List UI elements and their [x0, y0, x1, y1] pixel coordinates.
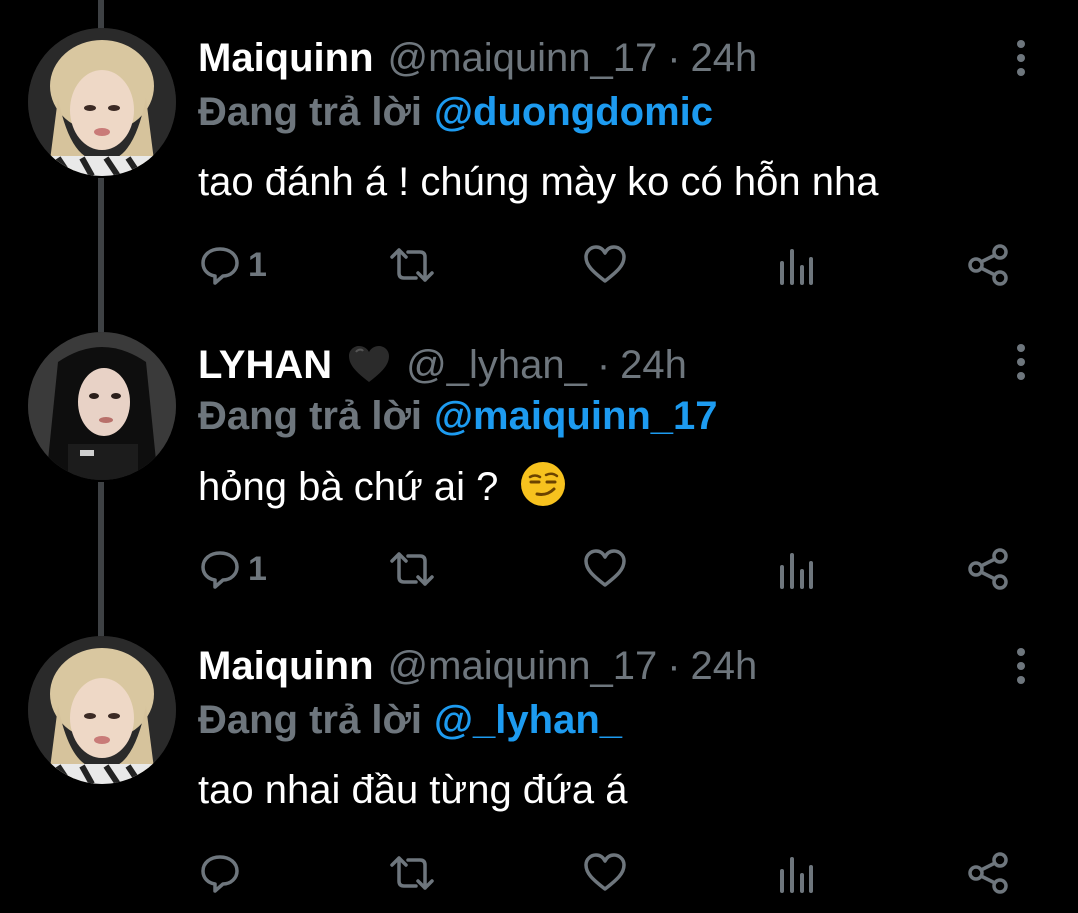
tweet-header: Maiquinn @maiquinn_17 · 24h: [198, 34, 757, 82]
reply-button[interactable]: [198, 848, 248, 898]
like-button[interactable]: [582, 848, 628, 898]
retweet-icon: [390, 552, 434, 586]
timestamp[interactable]: 24h: [620, 341, 687, 389]
avatar[interactable]: [28, 636, 176, 784]
timestamp[interactable]: 24h: [691, 642, 758, 690]
tweet[interactable]: Maiquinn @maiquinn_17 · 24h Đang trả lời…: [0, 608, 1078, 911]
replying-to-label: Đang trả lời: [198, 90, 423, 134]
views-button[interactable]: [776, 544, 816, 594]
retweet-button[interactable]: [386, 240, 438, 290]
views-button[interactable]: [776, 848, 816, 898]
separator-dot: ·: [667, 644, 681, 688]
replying-to-mention[interactable]: @maiquinn_17: [434, 394, 718, 438]
like-button[interactable]: [582, 544, 628, 594]
avatar[interactable]: [28, 332, 176, 480]
retweet-button[interactable]: [386, 544, 438, 594]
replying-to: Đang trả lời @duongdomic: [198, 88, 713, 136]
tweet-text: tao đánh á ! chúng mày ko có hỗn nha: [198, 160, 879, 204]
reply-button[interactable]: 1: [198, 544, 267, 594]
tweet[interactable]: LYHAN @_lyhan_ · 24h Đang trả lời @maiqui…: [0, 304, 1078, 607]
tweet-text: tao nhai đầu từng đứa á: [198, 768, 628, 812]
tweet-header: Maiquinn @maiquinn_17 · 24h: [198, 642, 757, 690]
tweet-actions: 1: [198, 544, 1018, 594]
reply-count: 1: [248, 549, 267, 588]
tweet[interactable]: Maiquinn @maiquinn_17 · 24h Đang trả lời…: [0, 0, 1078, 303]
reply-icon: [201, 551, 239, 589]
replying-to-label: Đang trả lời: [198, 698, 423, 742]
avatar-blonde-image: [28, 636, 176, 784]
handle[interactable]: @maiquinn_17: [388, 642, 658, 690]
avatar-dark-hair-image: [28, 332, 176, 480]
handle[interactable]: @_lyhan_: [406, 341, 587, 389]
reply-icon: [201, 247, 239, 285]
replying-to-mention[interactable]: @_lyhan_: [434, 698, 622, 742]
share-icon: [968, 244, 1008, 286]
separator-dot: ·: [596, 343, 611, 387]
like-button[interactable]: [582, 240, 628, 290]
retweet-button[interactable]: [386, 848, 438, 898]
avatar[interactable]: [28, 28, 176, 176]
heart-icon: [584, 245, 626, 283]
timestamp[interactable]: 24h: [691, 34, 758, 82]
tweet-header: LYHAN @_lyhan_ · 24h: [198, 338, 687, 389]
display-name[interactable]: Maiquinn: [198, 34, 374, 82]
heart-icon: [584, 853, 626, 891]
display-name[interactable]: LYHAN: [198, 341, 332, 389]
share-icon: [968, 852, 1008, 894]
views-button[interactable]: [776, 240, 816, 290]
analytics-icon: [780, 553, 813, 589]
analytics-icon: [780, 249, 813, 285]
separator-dot: ·: [667, 36, 681, 80]
replying-to-label: Đang trả lời: [198, 394, 423, 438]
tweet-actions: [198, 848, 1018, 898]
tweet-actions: 1: [198, 240, 1018, 290]
handle[interactable]: @maiquinn_17: [388, 34, 658, 82]
reply-icon: [201, 855, 239, 893]
heart-icon: [584, 549, 626, 587]
replying-to: Đang trả lời @_lyhan_: [198, 696, 622, 744]
share-icon: [968, 548, 1008, 590]
smirking-face-icon: [521, 462, 566, 506]
reply-count: 1: [248, 245, 267, 284]
black-heart-icon: [349, 346, 390, 382]
reply-button[interactable]: 1: [198, 240, 267, 290]
more-options-icon[interactable]: [1008, 38, 1034, 78]
share-button[interactable]: [966, 544, 1010, 594]
tweet-text: hỏng bà chứ ai ?: [198, 460, 567, 513]
retweet-icon: [390, 856, 434, 890]
retweet-icon: [390, 248, 434, 282]
analytics-icon: [780, 857, 813, 893]
display-name[interactable]: Maiquinn: [198, 642, 374, 690]
more-options-icon[interactable]: [1008, 342, 1034, 382]
share-button[interactable]: [966, 848, 1010, 898]
tweet-text-content: hỏng bà chứ ai ?: [198, 465, 499, 509]
share-button[interactable]: [966, 240, 1010, 290]
more-options-icon[interactable]: [1008, 646, 1034, 686]
replying-to-mention[interactable]: @duongdomic: [434, 90, 713, 134]
replying-to: Đang trả lời @maiquinn_17: [198, 392, 718, 440]
avatar-blonde-image: [28, 28, 176, 176]
